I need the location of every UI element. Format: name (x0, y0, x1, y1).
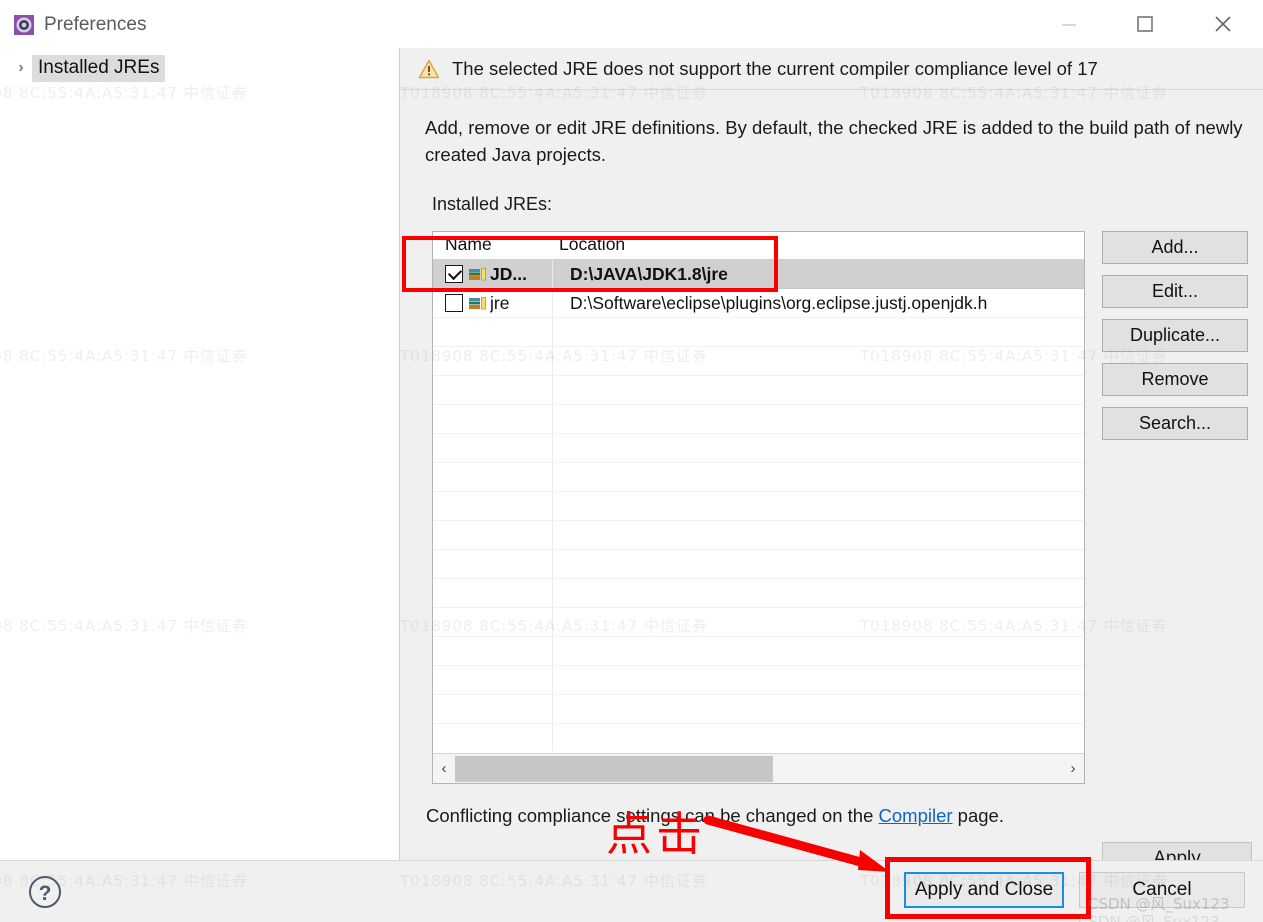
column-separator (552, 260, 553, 288)
installed-jres-label: Installed JREs: (432, 194, 553, 214)
pane-description: Add, remove or edit JRE definitions. By … (425, 117, 1243, 165)
table-empty-row[interactable] (433, 434, 1084, 463)
csdn-watermark-secondary: CSDN @风_Sux123 (1078, 913, 1220, 922)
table-empty-row[interactable] (433, 521, 1084, 550)
column-separator (552, 376, 553, 404)
column-separator (552, 289, 553, 317)
scroll-right-arrow-icon[interactable]: › (1062, 760, 1084, 777)
column-separator (552, 347, 553, 375)
table-row[interactable]: JD... D:\JAVA\JDK1.8\jre (433, 260, 1084, 289)
table-empty-row[interactable] (433, 463, 1084, 492)
add-button[interactable]: Add... (1102, 231, 1248, 264)
compliance-note-before: Conflicting compliance settings can be c… (426, 805, 879, 826)
warning-banner: The selected JRE does not support the cu… (401, 48, 1263, 90)
duplicate-button[interactable]: Duplicate... (1102, 319, 1248, 352)
title-bar: Preferences (0, 0, 1263, 48)
column-separator (552, 434, 553, 462)
table-row[interactable]: jre D:\Software\eclipse\plugins\org.ecli… (433, 289, 1084, 318)
table-horizontal-scrollbar[interactable]: ‹ › (433, 753, 1084, 783)
column-separator (552, 521, 553, 549)
maximize-button[interactable] (1112, 0, 1178, 48)
column-separator (552, 608, 553, 636)
jre-books-icon (468, 294, 488, 312)
dialog-bottom-bar: ? (0, 860, 1263, 922)
column-separator (552, 724, 553, 751)
cell-location: D:\Software\eclipse\plugins\org.eclipse.… (570, 292, 988, 313)
table-empty-row[interactable] (433, 405, 1084, 434)
preferences-content-pane: The selected JRE does not support the cu… (401, 48, 1263, 876)
column-separator (552, 695, 553, 723)
apply-and-close-button[interactable]: Apply and Close (904, 872, 1064, 908)
search-button[interactable]: Search... (1102, 407, 1248, 440)
jre-books-icon (468, 265, 488, 283)
compliance-note-after: page. (952, 805, 1004, 826)
installed-jres-table[interactable]: Name Location JD... D:\JAVA\JDK1.8\jre j… (432, 231, 1085, 784)
remove-button[interactable]: Remove (1102, 363, 1248, 396)
table-empty-row[interactable] (433, 347, 1084, 376)
table-empty-row[interactable] (433, 376, 1084, 405)
scrollbar-track[interactable] (455, 755, 1062, 783)
table-header-row: Name Location (433, 232, 1084, 260)
column-separator (552, 666, 553, 694)
table-empty-row[interactable] (433, 318, 1084, 347)
window-title: Preferences (44, 14, 147, 35)
table-empty-row[interactable] (433, 608, 1084, 637)
table-empty-row[interactable] (433, 695, 1084, 724)
table-body: JD... D:\JAVA\JDK1.8\jre jre D:\Software… (433, 260, 1084, 751)
table-empty-row[interactable] (433, 550, 1084, 579)
column-separator (552, 405, 553, 433)
sidebar-item-installed-jres[interactable]: › Installed JREs (10, 54, 166, 82)
cell-location: D:\JAVA\JDK1.8\jre (570, 263, 728, 284)
table-empty-rows (433, 318, 1084, 751)
preferences-gear-icon (14, 15, 34, 35)
sidebar-item-label: Installed JREs (32, 54, 166, 82)
scroll-left-arrow-icon[interactable]: ‹ (433, 760, 455, 777)
row-checkbox[interactable] (445, 265, 463, 283)
scrollbar-thumb[interactable] (455, 755, 773, 782)
preferences-dialog: Preferences › Installed JREs The selecte… (0, 0, 1263, 922)
table-empty-row[interactable] (433, 579, 1084, 608)
table-empty-row[interactable] (433, 492, 1084, 521)
close-button[interactable] (1190, 0, 1256, 48)
preferences-tree-sidebar: › Installed JREs (0, 48, 400, 860)
column-separator (552, 318, 553, 346)
table-empty-row[interactable] (433, 637, 1084, 666)
compiler-link[interactable]: Compiler (879, 805, 953, 826)
table-empty-row[interactable] (433, 724, 1084, 751)
warning-triangle-icon (418, 59, 440, 79)
column-separator (552, 492, 553, 520)
warning-message: The selected JRE does not support the cu… (452, 57, 1098, 79)
chevron-right-icon[interactable]: › (10, 54, 32, 82)
minimize-button[interactable] (1036, 0, 1102, 48)
column-header-location[interactable]: Location (559, 234, 625, 255)
column-separator (552, 550, 553, 578)
column-header-name[interactable]: Name (445, 234, 492, 255)
edit-button[interactable]: Edit... (1102, 275, 1248, 308)
column-separator (552, 463, 553, 491)
svg-text:?: ? (39, 882, 52, 905)
jre-action-buttons: Add... Edit... Duplicate... Remove Searc… (1102, 231, 1248, 451)
table-empty-row[interactable] (433, 666, 1084, 695)
question-mark-help-icon[interactable]: ? (28, 875, 62, 909)
column-separator (552, 579, 553, 607)
row-checkbox[interactable] (445, 294, 463, 312)
compliance-note: Conflicting compliance settings can be c… (426, 805, 1004, 827)
column-separator (552, 637, 553, 665)
